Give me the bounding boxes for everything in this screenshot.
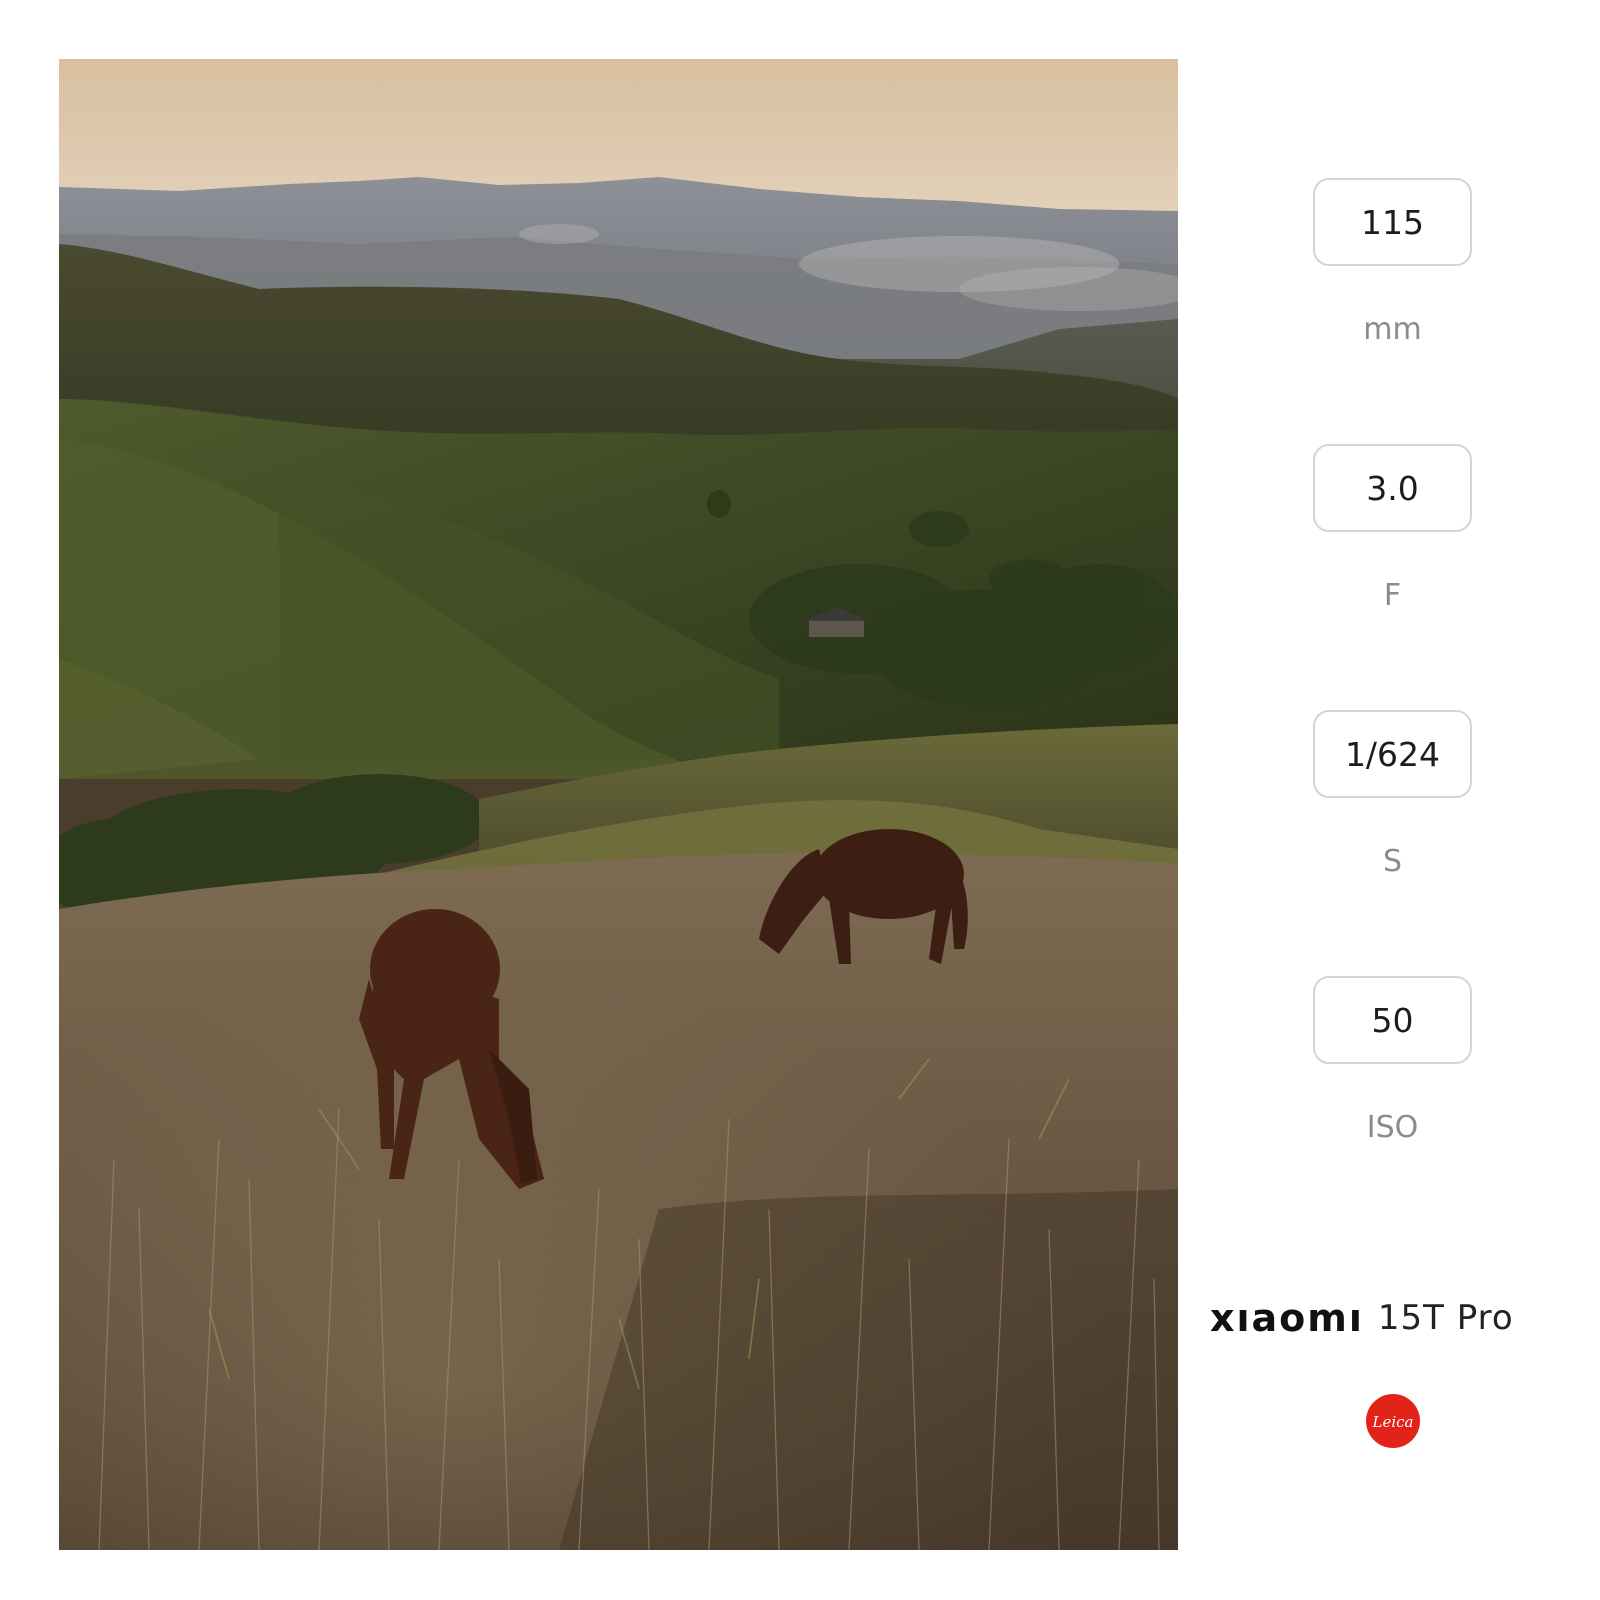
photo-card: 115 mm 3.0 F 1/624 S 50 ISO xıaomı 15T P… (0, 0, 1600, 1600)
exif-panel: 115 mm 3.0 F 1/624 S 50 ISO (1185, 0, 1600, 1600)
focal-length-value: 115 (1313, 178, 1472, 266)
camera-brand: xıaomı 15T Pro (1210, 1296, 1550, 1340)
shutter-spec: 1/624 S (1313, 710, 1472, 879)
landscape-photo (59, 59, 1178, 1550)
aperture-value: 3.0 (1313, 444, 1472, 532)
aperture-unit: F (1383, 578, 1402, 613)
brand-model: 15T Pro (1377, 1298, 1514, 1338)
svg-text:Leica: Leica (1372, 1413, 1414, 1431)
aperture-spec: 3.0 F (1313, 444, 1472, 613)
focal-length-spec: 115 mm (1313, 178, 1472, 347)
horses-grazing-on-hills-image (59, 59, 1178, 1550)
brand-name: xıaomı (1210, 1296, 1364, 1340)
shutter-unit: S (1382, 844, 1403, 879)
focal-length-unit: mm (1363, 312, 1422, 347)
iso-unit: ISO (1366, 1110, 1419, 1145)
iso-spec: 50 ISO (1313, 976, 1472, 1145)
iso-value: 50 (1313, 976, 1472, 1064)
shutter-value: 1/624 (1313, 710, 1472, 798)
leica-logo-icon: Leica (1366, 1394, 1420, 1448)
